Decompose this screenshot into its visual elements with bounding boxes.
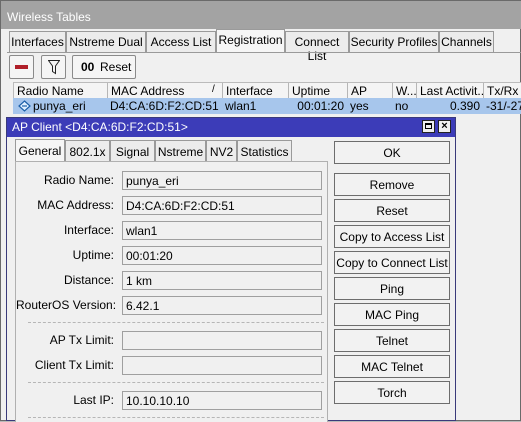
tab-statistics[interactable]: Statistics [237, 140, 292, 162]
col-last-activity[interactable]: Last Activit... [417, 83, 484, 99]
remove-button[interactable]: Remove [334, 173, 450, 196]
tab-access-list[interactable]: Access List [146, 31, 216, 53]
uptime-field[interactable]: 00:01:20 [122, 246, 322, 265]
cell-interface: wlan1 [225, 99, 257, 113]
tab-registration[interactable]: Registration [216, 29, 285, 53]
close-icon[interactable]: × [438, 120, 451, 133]
label-uptime: Uptime: [72, 248, 114, 262]
label-routeros-version: RouterOS Version: [16, 298, 117, 312]
interface-field[interactable]: wlan1 [122, 221, 322, 240]
separator [28, 417, 324, 419]
general-panel: Radio Name: punya_eri MAC Address: D4:CA… [15, 161, 328, 422]
col-ap[interactable]: AP [348, 83, 393, 99]
label-client-tx-limit: Client Tx Limit: [34, 358, 114, 372]
copy-to-connect-list-button[interactable]: Copy to Connect List [334, 251, 450, 274]
dialog-title: AP Client <D4:CA:6D:F2:CD:51> × [7, 118, 455, 137]
cell-wds: no [395, 99, 409, 113]
maximize-icon[interactable] [422, 120, 435, 133]
ok-button[interactable]: OK [334, 141, 450, 164]
cell-radio-name: punya_eri [33, 99, 86, 113]
ap-client-dialog: AP Client <D4:CA:6D:F2:CD:51> × General … [6, 117, 456, 422]
tab-interfaces[interactable]: Interfaces [9, 31, 66, 53]
remove-button[interactable] [9, 55, 34, 79]
label-distance: Distance: [63, 273, 114, 287]
separator [28, 322, 324, 324]
sort-icon: / [212, 84, 215, 95]
window-title: Wireless Tables [1, 1, 521, 29]
label-ap-tx-limit: AP Tx Limit: [49, 333, 114, 347]
col-mac-address[interactable]: MAC Address [108, 83, 223, 99]
tab-nstreme-dual[interactable]: Nstreme Dual [66, 31, 146, 53]
filter-icon [48, 60, 60, 75]
counter-icon: 00 [81, 60, 95, 74]
ap-tx-limit-field[interactable] [122, 331, 322, 350]
col-wds[interactable]: W... [393, 83, 417, 99]
label-mac-address: MAC Address: [37, 198, 114, 212]
minus-icon [15, 65, 28, 69]
ping-button[interactable]: Ping [334, 277, 450, 300]
tab-divider [7, 52, 521, 53]
cell-tx-rx-signal: -31/-27 [486, 99, 521, 113]
table-header: Radio Name MAC Address / Interface Uptim… [13, 82, 521, 99]
client-tx-limit-field[interactable] [122, 356, 322, 375]
cell-last-activity: 0.390 [449, 99, 480, 113]
routeros-version-field[interactable]: 6.42.1 [122, 296, 322, 315]
dialog-title-text: AP Client <D4:CA:6D:F2:CD:51> [12, 120, 188, 134]
tab-general[interactable]: General [15, 139, 65, 163]
mac-ping-button[interactable]: MAC Ping [334, 303, 450, 326]
tab-security-profiles[interactable]: Security Profiles [349, 31, 439, 53]
col-interface[interactable]: Interface [223, 83, 289, 99]
col-uptime[interactable]: Uptime [289, 83, 348, 99]
label-radio-name: Radio Name: [43, 173, 114, 187]
table-row[interactable]: punya_eri D4:CA:6D:F2:CD:51 wlan1 00:01:… [13, 98, 521, 114]
tab-nv2[interactable]: NV2 [206, 140, 237, 162]
copy-to-access-list-button[interactable]: Copy to Access List [334, 225, 450, 248]
torch-button[interactable]: Torch [334, 381, 450, 404]
radio-name-field[interactable]: punya_eri [122, 171, 322, 190]
last-ip-field[interactable]: 10.10.10.10 [122, 391, 322, 410]
distance-field[interactable]: 1 km [122, 271, 322, 290]
tab-signal[interactable]: Signal [110, 140, 155, 162]
tab-channels[interactable]: Channels [439, 31, 494, 53]
cell-ap: yes [350, 99, 369, 113]
col-radio-name[interactable]: Radio Name [14, 83, 108, 99]
label-last-ip: Last IP: [73, 393, 114, 407]
reset-button[interactable]: Reset [334, 199, 450, 222]
col-tx-rx-signal[interactable]: Tx/Rx Si [484, 83, 521, 99]
filter-button[interactable] [41, 55, 66, 79]
cell-uptime: 00:01:20 [297, 99, 344, 113]
reset-label: Reset [100, 60, 132, 74]
telnet-button[interactable]: Telnet [334, 329, 450, 352]
cell-mac-address: D4:CA:6D:F2:CD:51 [110, 99, 219, 113]
reset-counters-button[interactable]: 00 Reset [72, 55, 136, 79]
mac-address-field[interactable]: D4:CA:6D:F2:CD:51 [122, 196, 322, 215]
label-interface: Interface: [63, 223, 114, 237]
tab-8021x[interactable]: 802.1x [65, 140, 110, 162]
mac-telnet-button[interactable]: MAC Telnet [334, 355, 450, 378]
tab-connect-list[interactable]: Connect List [285, 31, 349, 63]
tab-nstreme[interactable]: Nstreme [155, 140, 206, 162]
separator [28, 382, 324, 384]
